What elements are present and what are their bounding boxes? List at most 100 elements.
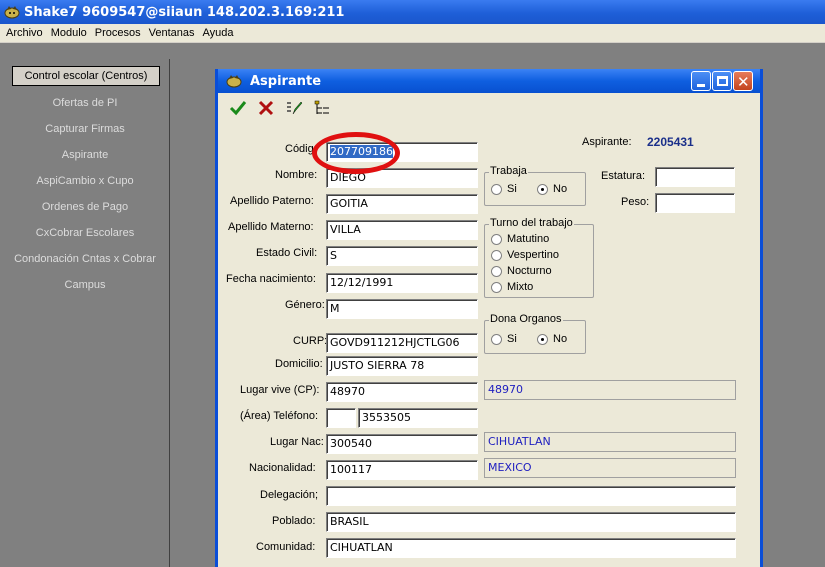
lugar-vive-field[interactable]: 48970 bbox=[326, 382, 478, 402]
lugar-nac-label: Lugar Nac: bbox=[270, 436, 324, 448]
trabaja-si-radio[interactable]: Si bbox=[491, 183, 517, 195]
peso-field[interactable] bbox=[655, 193, 735, 213]
domicilio-field[interactable]: JUSTO SIERRA 78 bbox=[326, 356, 478, 376]
apellido-materno-field[interactable]: VILLA bbox=[326, 220, 478, 240]
estatura-field[interactable] bbox=[655, 167, 735, 187]
curp-label: CURP: bbox=[293, 335, 328, 347]
nav-list: Ofertas de PI Capturar Firmas Aspirante … bbox=[0, 90, 170, 298]
telefono-area-field[interactable] bbox=[326, 408, 356, 428]
cancel-button[interactable] bbox=[254, 96, 278, 120]
radio-circle-icon bbox=[491, 233, 502, 245]
fecha-nacimiento-field[interactable]: 12/12/1991 bbox=[326, 273, 478, 293]
domicilio-label: Domicilio: bbox=[275, 358, 323, 370]
trabaja-no-label: No bbox=[553, 183, 568, 195]
genero-label: Género: bbox=[285, 299, 325, 311]
turno-mixto-radio[interactable]: Mixto bbox=[491, 281, 533, 293]
nav-item-aspicambio[interactable]: AspiCambio x Cupo bbox=[0, 168, 170, 194]
codigo-label: Códig bbox=[285, 143, 314, 155]
x-cancel-icon bbox=[258, 100, 274, 116]
delegacion-field[interactable] bbox=[326, 486, 736, 506]
maximize-button[interactable] bbox=[712, 71, 732, 91]
turno-nocturno-radio[interactable]: Nocturno bbox=[491, 265, 552, 277]
checkmark-icon bbox=[229, 101, 247, 116]
close-icon: ✕ bbox=[737, 73, 750, 91]
minimize-button[interactable] bbox=[691, 71, 711, 91]
radio-circle-icon bbox=[491, 281, 502, 293]
minimize-icon bbox=[697, 84, 705, 87]
list-button[interactable] bbox=[310, 96, 334, 120]
aspirante-label: Aspirante: bbox=[582, 136, 632, 148]
turno-mixto-label: Mixto bbox=[507, 281, 534, 293]
dona-no-radio[interactable]: No bbox=[537, 333, 567, 345]
pencil-edit-icon bbox=[287, 101, 303, 115]
apellido-paterno-label: Apellido Paterno: bbox=[230, 195, 314, 207]
nav-header-button[interactable]: Control escolar (Centros) bbox=[12, 66, 160, 86]
comunidad-field[interactable]: CIHUATLAN bbox=[326, 538, 736, 558]
lugar-nac-field[interactable]: 300540 bbox=[326, 434, 478, 454]
dona-si-radio[interactable]: Si bbox=[491, 333, 517, 345]
nacionalidad-desc: MEXICO bbox=[484, 458, 736, 478]
trabaja-no-radio[interactable]: No bbox=[537, 183, 567, 195]
menu-procesos[interactable]: Procesos bbox=[91, 27, 145, 39]
estado-civil-field[interactable]: S bbox=[326, 246, 478, 266]
comunidad-label: Comunidad: bbox=[256, 541, 316, 553]
radio-circle-icon bbox=[491, 249, 502, 261]
radio-selected-icon bbox=[537, 333, 548, 345]
menu-ventanas[interactable]: Ventanas bbox=[145, 27, 199, 39]
turno-vespertino-label: Vespertino bbox=[507, 249, 559, 261]
radio-selected-icon bbox=[537, 183, 548, 195]
turno-matutino-label: Matutino bbox=[507, 233, 550, 245]
dona-si-label: Si bbox=[507, 333, 517, 345]
window-cat-icon bbox=[226, 75, 242, 88]
radio-circle-icon bbox=[491, 183, 502, 195]
nav-item-ordenes-pago[interactable]: Ordenes de Pago bbox=[0, 194, 170, 220]
telefono-field[interactable]: 3553505 bbox=[358, 408, 478, 428]
turno-matutino-radio[interactable]: Matutino bbox=[491, 233, 549, 245]
app-cat-icon bbox=[4, 6, 20, 19]
app-title: Shake7 9609547@siiaun 148.202.3.169:211 bbox=[24, 4, 345, 20]
dona-no-label: No bbox=[553, 333, 568, 345]
turno-title: Turno del trabajo bbox=[489, 217, 574, 229]
turno-group: Turno del trabajo Matutino Vespertino No… bbox=[484, 217, 594, 298]
apellido-materno-label: Apellido Materno: bbox=[228, 221, 314, 233]
app-title-bar[interactable]: Shake7 9609547@siiaun 148.202.3.169:211 bbox=[0, 0, 825, 24]
maximize-icon bbox=[717, 76, 728, 86]
window-toolbar bbox=[218, 93, 760, 123]
lugar-vive-label: Lugar vive (CP): bbox=[240, 384, 320, 396]
nav-item-campus[interactable]: Campus bbox=[0, 272, 170, 298]
menu-ayuda[interactable]: Ayuda bbox=[199, 27, 238, 39]
trabaja-si-label: Si bbox=[507, 183, 517, 195]
delegacion-label: Delegación; bbox=[260, 489, 319, 501]
turno-vespertino-radio[interactable]: Vespertino bbox=[491, 249, 559, 261]
nav-item-ofertas[interactable]: Ofertas de PI bbox=[0, 90, 170, 116]
toolbar-strip bbox=[0, 43, 825, 59]
menu-modulo[interactable]: Modulo bbox=[47, 27, 91, 39]
nav-item-capturar-firmas[interactable]: Capturar Firmas bbox=[0, 116, 170, 142]
nav-item-condonacion[interactable]: Condonación Cntas x Cobrar bbox=[0, 246, 170, 272]
window-title: Aspirante bbox=[250, 73, 322, 89]
lugar-nac-desc: CIHUATLAN bbox=[484, 432, 736, 452]
curp-field[interactable]: GOVD911212HJCTLG06 bbox=[326, 333, 478, 353]
highlight-oval bbox=[312, 132, 400, 174]
aspirante-id: 2205431 bbox=[647, 135, 694, 149]
nacionalidad-field[interactable]: 100117 bbox=[326, 460, 478, 480]
menu-archivo[interactable]: Archivo bbox=[0, 27, 47, 39]
nacionalidad-label: Nacionalidad: bbox=[249, 462, 316, 474]
save-button[interactable] bbox=[226, 96, 250, 120]
fecha-nacimiento-label: Fecha nacimiento: bbox=[226, 273, 316, 285]
edit-button[interactable] bbox=[282, 96, 306, 120]
poblado-field[interactable]: BRASIL bbox=[326, 512, 736, 532]
peso-label: Peso: bbox=[621, 196, 650, 208]
nav-item-cxcobrar[interactable]: CxCobrar Escolares bbox=[0, 220, 170, 246]
trabaja-title: Trabaja bbox=[489, 165, 528, 177]
lugar-vive-desc: 48970 bbox=[484, 380, 736, 400]
radio-circle-icon bbox=[491, 333, 502, 345]
close-button[interactable]: ✕ bbox=[733, 71, 753, 91]
nav-item-aspirante[interactable]: Aspirante bbox=[0, 142, 170, 168]
radio-circle-icon bbox=[491, 265, 502, 277]
estatura-label: Estatura: bbox=[601, 170, 646, 182]
dona-title: Dona Organos bbox=[489, 313, 563, 325]
aspirante-title-bar[interactable]: Aspirante ✕ bbox=[218, 69, 760, 93]
apellido-paterno-field[interactable]: GOITIA bbox=[326, 194, 478, 214]
genero-field[interactable]: M bbox=[326, 299, 478, 319]
